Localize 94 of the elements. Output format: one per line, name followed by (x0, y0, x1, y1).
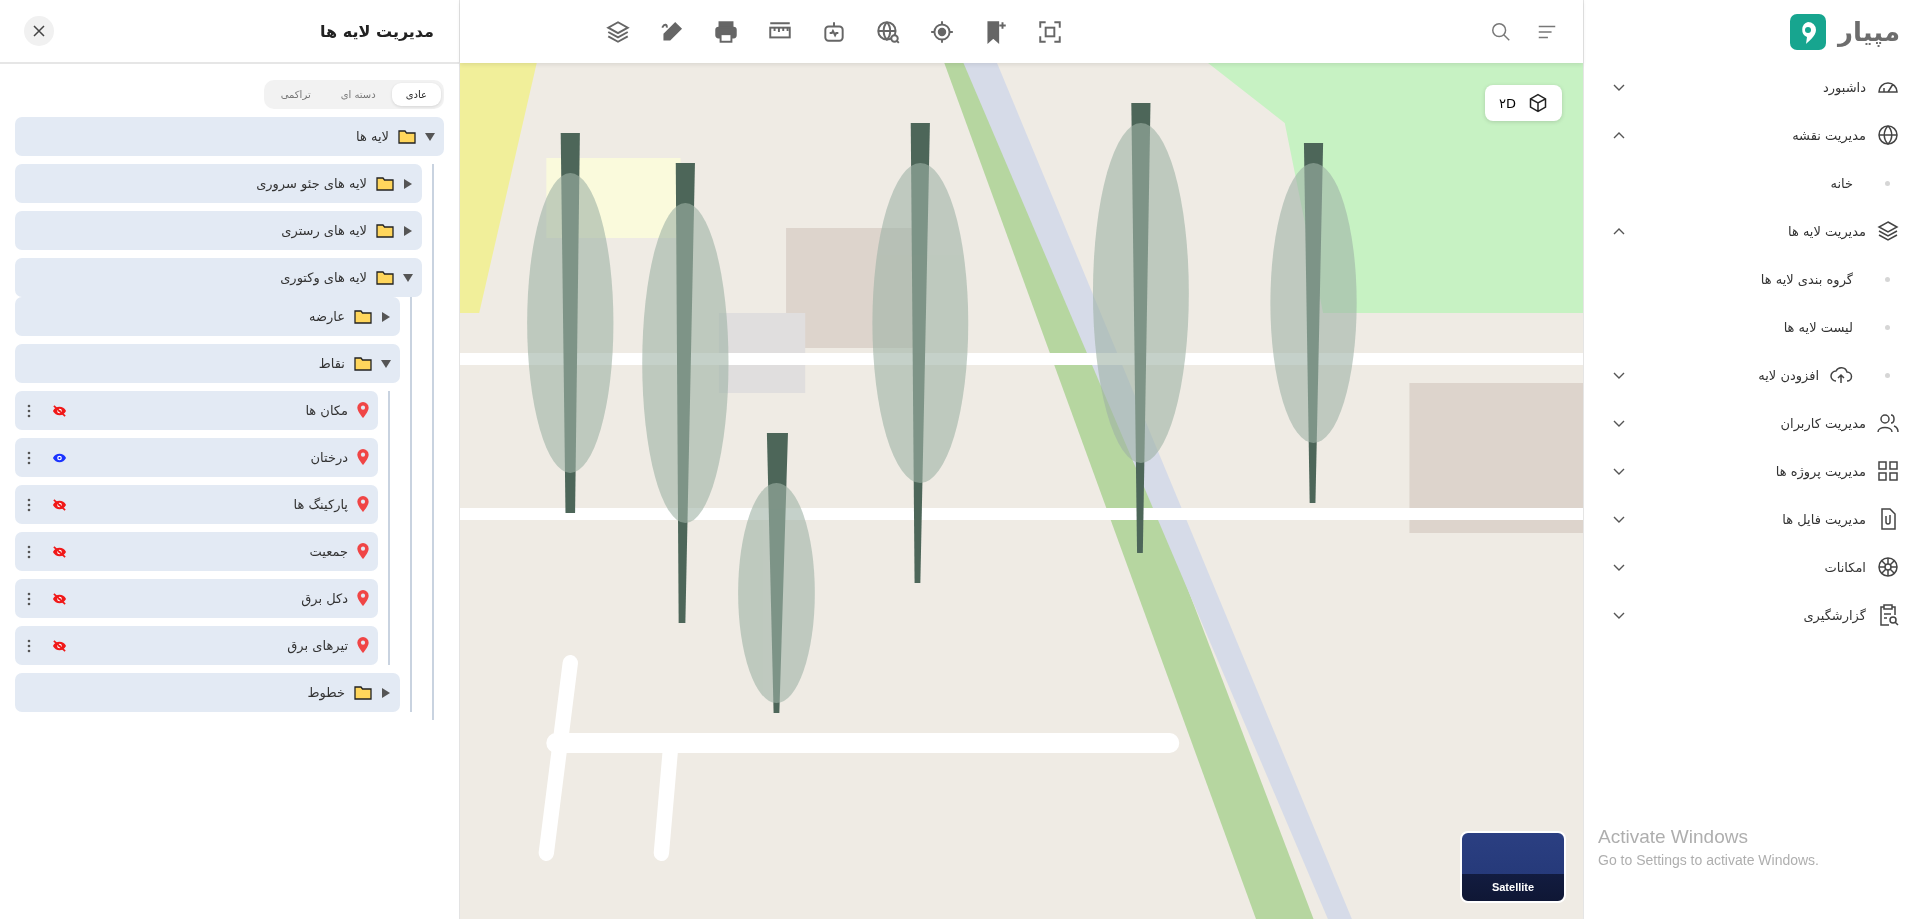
printer-icon[interactable] (713, 18, 739, 45)
eye-off-icon[interactable] (52, 404, 67, 417)
submenu-item[interactable]: افزودن لایه (1612, 351, 1900, 399)
layer-label: تیرهای برق (287, 638, 348, 653)
frame-icon[interactable] (1037, 18, 1063, 45)
layer-label: پارکینگ ها (293, 497, 348, 512)
eye-icon[interactable] (52, 451, 67, 464)
basemap-toggle[interactable]: Satellite (1460, 831, 1566, 903)
pin-icon (357, 543, 369, 560)
more-icon[interactable] (27, 638, 31, 653)
logo-icon (1789, 13, 1826, 50)
folder-row[interactable]: نقاط (15, 344, 400, 383)
folder-row[interactable]: لایه های رستری (15, 211, 422, 250)
menu-item[interactable]: مدیریت پروژه ها (1612, 447, 1900, 495)
caret-icon[interactable] (381, 311, 391, 322)
more-icon[interactable] (27, 497, 31, 512)
activation-text: Go to Settings to activate Windows. (1598, 852, 1819, 868)
submenu-item[interactable]: گروه بندی لایه ها (1612, 255, 1900, 303)
brand-name: مپیار (1837, 16, 1900, 47)
pin-icon (357, 402, 369, 419)
menu-item[interactable]: مدیریت نقشه (1612, 111, 1900, 159)
folder-icon (398, 129, 416, 144)
eye-off-icon[interactable] (52, 639, 67, 652)
layer-label: درختان (310, 450, 348, 465)
submenu-item[interactable]: لیست لایه ها (1612, 303, 1900, 351)
caret-icon[interactable] (381, 358, 391, 369)
wheel-icon (1876, 555, 1900, 579)
menu-item[interactable]: مدیریت کاربران (1612, 399, 1900, 447)
caret-icon[interactable] (403, 272, 413, 283)
layer-row[interactable]: درختان (15, 438, 378, 477)
folder-label: لایه ها (356, 129, 389, 144)
panel-title: مدیریت لایه ها (320, 21, 434, 41)
eye-off-icon[interactable] (52, 545, 67, 558)
layer-label: دکل برق (301, 591, 348, 606)
folder-icon (376, 223, 394, 238)
menu-item[interactable]: گزارشگیری (1612, 591, 1900, 639)
view-mode-button[interactable]: ۲D (1485, 85, 1562, 121)
more-icon[interactable] (27, 544, 31, 559)
target-icon[interactable] (929, 18, 955, 45)
globe-search-icon[interactable] (875, 18, 901, 45)
folder-icon (354, 685, 372, 700)
folder-label: عارضه (309, 309, 345, 324)
menu-item[interactable]: مدیریت فایل ها (1612, 495, 1900, 543)
folder-row[interactable]: لایه های وکتوری (15, 258, 422, 297)
more-icon[interactable] (27, 450, 31, 465)
layer-row[interactable]: جمعیت (15, 532, 378, 571)
view-tab[interactable]: تراکمی (266, 83, 325, 106)
folder-label: نقاط (318, 356, 345, 371)
search-icon[interactable] (1490, 20, 1512, 43)
close-button[interactable] (24, 16, 54, 46)
folder-row[interactable]: عارضه (15, 297, 400, 336)
folder-icon (376, 176, 394, 191)
close-icon (33, 25, 45, 37)
menu-item[interactable]: داشبورد (1612, 63, 1900, 111)
folder-icon (354, 356, 372, 371)
pin-icon (357, 637, 369, 654)
activation-title: Activate Windows (1598, 826, 1749, 848)
caret-icon[interactable] (381, 687, 391, 698)
layers-icon[interactable] (605, 18, 631, 45)
layer-label: جمعیت (309, 544, 348, 559)
pin-icon (357, 590, 369, 607)
globe-icon (1876, 123, 1900, 147)
folder-row[interactable]: خطوط (15, 673, 400, 712)
layer-row[interactable]: تیرهای برق (15, 626, 378, 665)
caret-icon[interactable] (403, 225, 413, 236)
view-tab[interactable]: عادی (391, 83, 441, 106)
folder-icon (376, 270, 394, 285)
eye-off-icon[interactable] (52, 592, 67, 605)
menu-item[interactable]: مدیریت لایه ها (1612, 207, 1900, 255)
caret-icon[interactable] (403, 178, 413, 189)
folder-label: لایه های وکتوری (280, 270, 367, 285)
view-tab[interactable]: دسته ای (326, 83, 390, 106)
layer-label: مکان ها (305, 403, 348, 418)
layer-row[interactable]: پارکینگ ها (15, 485, 378, 524)
grid-icon (1876, 459, 1900, 483)
folder-label: لایه های رستری (281, 223, 367, 238)
folder-row[interactable]: لایه های جئو سروری (15, 164, 422, 203)
folder-row[interactable]: لایه ها (15, 117, 444, 156)
pin-icon (357, 449, 369, 466)
cube-icon (1528, 93, 1548, 113)
layer-row[interactable]: دکل برق (15, 579, 378, 618)
eye-off-icon[interactable] (52, 498, 67, 511)
folder-label: لایه های جئو سروری (256, 176, 367, 191)
submenu-item[interactable]: خانه (1612, 159, 1900, 207)
more-icon[interactable] (27, 403, 31, 418)
menu-item[interactable]: امکانات (1612, 543, 1900, 591)
layer-row[interactable]: مکان ها (15, 391, 378, 430)
caret-icon[interactable] (425, 131, 435, 142)
pin-icon (357, 496, 369, 513)
folder-icon (354, 309, 372, 324)
layers-icon (1876, 219, 1900, 243)
folder-label: خطوط (307, 685, 345, 700)
more-icon[interactable] (27, 591, 31, 606)
users-icon (1876, 411, 1900, 435)
